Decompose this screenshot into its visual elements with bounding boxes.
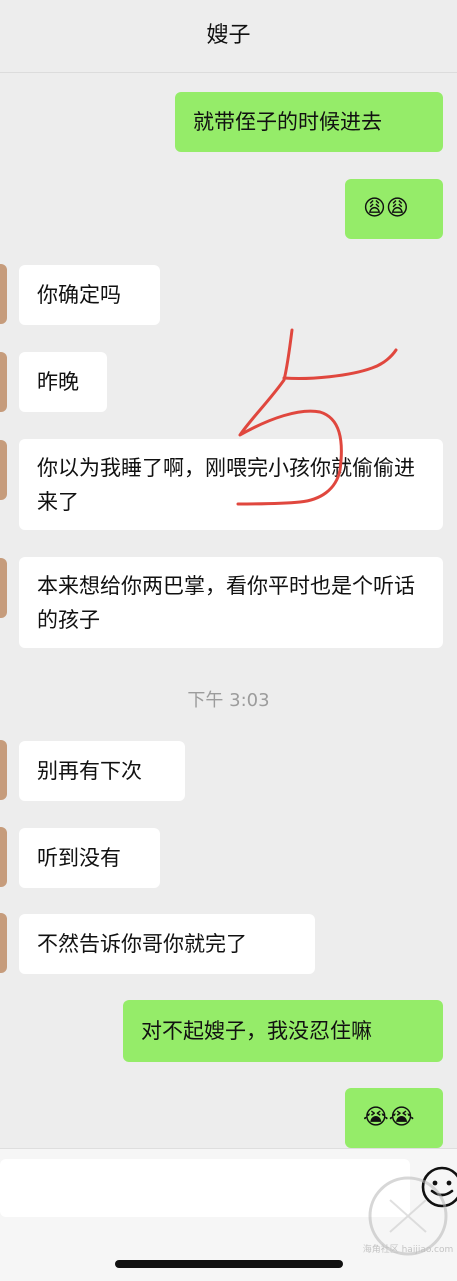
message-bubble-incoming[interactable]: 昨晚: [19, 352, 107, 412]
message-text: 就带侄子的时候进去: [193, 110, 382, 134]
message-text: 本来想给你两巴掌，看你平时也是个听话的孩子: [37, 574, 415, 632]
message-bubble-incoming[interactable]: 别再有下次: [19, 741, 185, 801]
message-bubble-incoming[interactable]: 本来想给你两巴掌，看你平时也是个听话的孩子: [19, 557, 443, 648]
contact-avatar[interactable]: [0, 440, 7, 500]
chat-header: 嫂子: [0, 0, 457, 73]
contact-avatar[interactable]: [0, 913, 7, 973]
message-bubble-incoming[interactable]: 不然告诉你哥你就完了: [19, 914, 315, 974]
message-bubble-outgoing[interactable]: 😩😩: [345, 179, 443, 239]
watermark-logo: 海角社区 haijiao.com: [363, 1176, 454, 1256]
contact-avatar[interactable]: [0, 827, 7, 887]
message-input[interactable]: [0, 1159, 410, 1217]
message-bubble-incoming[interactable]: 你确定吗: [19, 265, 160, 325]
emoji-text: 😭😭: [363, 1105, 415, 1130]
contact-avatar[interactable]: [0, 558, 7, 618]
message-text: 不然告诉你哥你就完了: [37, 932, 247, 956]
message-text: 对不起嫂子，我没忍住嘛: [141, 1019, 372, 1043]
chat-title: 嫂子: [206, 23, 251, 48]
emoji-text: 😩😩: [363, 196, 409, 221]
message-text: 听到没有: [37, 846, 121, 870]
contact-avatar[interactable]: [0, 264, 7, 324]
message-text: 你以为我睡了啊，刚喂完小孩你就偷偷进来了: [37, 456, 415, 514]
contact-avatar[interactable]: [0, 352, 7, 412]
message-bubble-outgoing[interactable]: 😭😭: [345, 1088, 443, 1148]
message-text: 别再有下次: [37, 759, 142, 783]
contact-avatar[interactable]: [0, 740, 7, 800]
home-indicator[interactable]: [115, 1260, 343, 1268]
message-bubble-incoming[interactable]: 你以为我睡了啊，刚喂完小孩你就偷偷进来了: [19, 439, 443, 530]
message-text: 昨晚: [37, 370, 79, 394]
watermark-text: 海角社区 haijiao.com: [363, 1243, 454, 1255]
message-text: 你确定吗: [37, 283, 121, 307]
timestamp: 下午 3:03: [187, 690, 270, 711]
message-bubble-outgoing[interactable]: 对不起嫂子，我没忍住嘛: [123, 1000, 443, 1062]
message-bubble-incoming[interactable]: 听到没有: [19, 828, 160, 888]
message-bubble-outgoing[interactable]: 就带侄子的时候进去: [175, 92, 443, 152]
